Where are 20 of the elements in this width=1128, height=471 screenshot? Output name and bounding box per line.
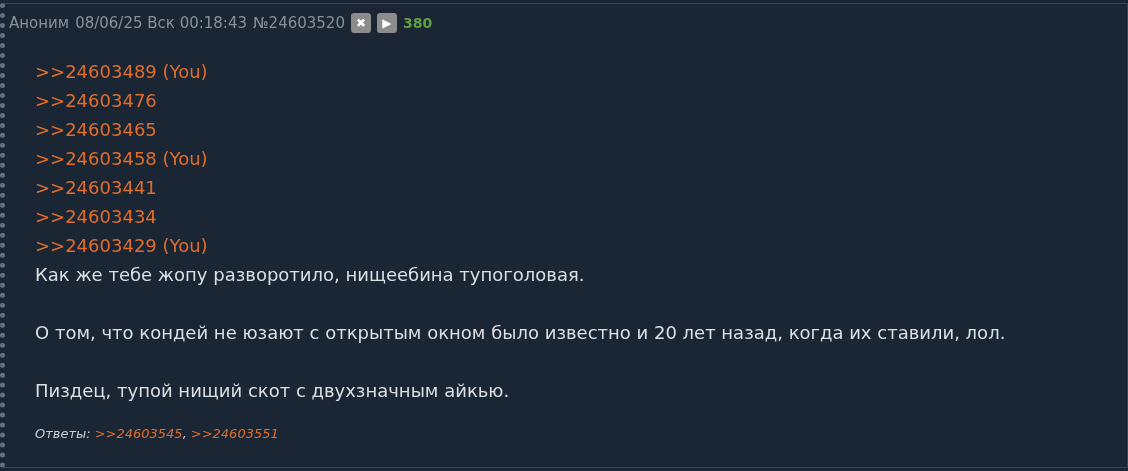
replies-label: Ответы:	[35, 425, 91, 441]
hide-button[interactable]: ✖	[350, 13, 371, 34]
post-number[interactable]: №24603520	[253, 12, 345, 35]
play-button[interactable]: ▶	[376, 13, 397, 34]
reply-link[interactable]: >>24603441	[35, 172, 157, 202]
post-counter: 380	[402, 13, 433, 33]
author-name: Аноним	[9, 13, 70, 34]
post-text: О том, что кондей не юзают с открытым окном было известно и 20 лет назад, когда их ставили, лол.	[35, 320, 1007, 345]
reply-link[interactable]: >>24603489 (You)	[35, 56, 208, 86]
reply-link[interactable]: >>24603465	[35, 114, 157, 144]
reply-link[interactable]: >>24603429 (You)	[35, 230, 208, 260]
reply-link[interactable]: >>24603434	[35, 201, 157, 231]
post-text: Как же тебе жопу разворотило, нищеебина тупоголовая.	[35, 262, 586, 287]
post-date: 08/06/25 Вск 00:18:43	[75, 13, 247, 34]
reply-link[interactable]: >>24603476	[35, 85, 157, 115]
separator: ,	[182, 425, 187, 441]
reply-link[interactable]: >>24603545	[94, 425, 183, 441]
reply-link[interactable]: >>24603551	[190, 425, 279, 441]
post-text: Пиздец, тупой нищий скот с двухзначным айкью.	[35, 378, 511, 403]
reply-link[interactable]: >>24603458 (You)	[35, 143, 208, 173]
